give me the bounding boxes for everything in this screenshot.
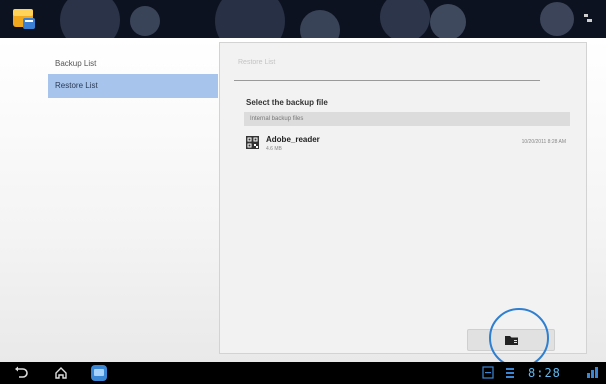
gallery-icon[interactable] — [482, 366, 494, 379]
sidebar-item-restore-list[interactable]: Restore List — [48, 74, 218, 98]
file-date: 10/20/2011 8:28 AM — [521, 139, 566, 145]
wallpaper-bubble — [130, 6, 160, 36]
file-list-item[interactable]: Adobe_reader 4.6 MB 10/20/2011 8:28 AM — [244, 131, 570, 157]
notification-icon[interactable] — [504, 366, 516, 379]
recent-apps-icon[interactable] — [90, 364, 108, 382]
wallpaper-bubble — [300, 10, 340, 38]
action-bar — [0, 0, 606, 38]
sidebar-item-backup-list[interactable]: Backup List — [48, 52, 218, 76]
wallpaper-bubble — [380, 0, 430, 38]
app-box-icon[interactable] — [10, 5, 38, 33]
qr-archive-icon — [246, 136, 259, 149]
file-name: Adobe_reader — [266, 135, 320, 144]
restore-panel: Restore List Select the backup file Inte… — [219, 42, 587, 354]
overflow-menu-icon[interactable] — [582, 12, 596, 26]
tab-underline — [234, 80, 540, 81]
group-header: Internal backup files — [244, 112, 570, 126]
section-title: Select the backup file — [246, 98, 328, 107]
wallpaper-bubble — [60, 0, 120, 38]
home-icon[interactable] — [54, 366, 68, 380]
panel-tab-title: Restore List — [238, 59, 276, 66]
system-nav-bar: 8:28 — [0, 362, 606, 384]
wallpaper-bubble — [540, 2, 574, 36]
file-size: 4.6 MB — [266, 146, 282, 152]
wallpaper-bubble — [215, 0, 285, 38]
signal-icon[interactable] — [586, 366, 600, 379]
wallpaper-bubble — [430, 4, 466, 38]
highlight-circle — [489, 308, 549, 368]
back-icon[interactable] — [14, 366, 28, 380]
status-clock[interactable]: 8:28 — [528, 366, 561, 380]
